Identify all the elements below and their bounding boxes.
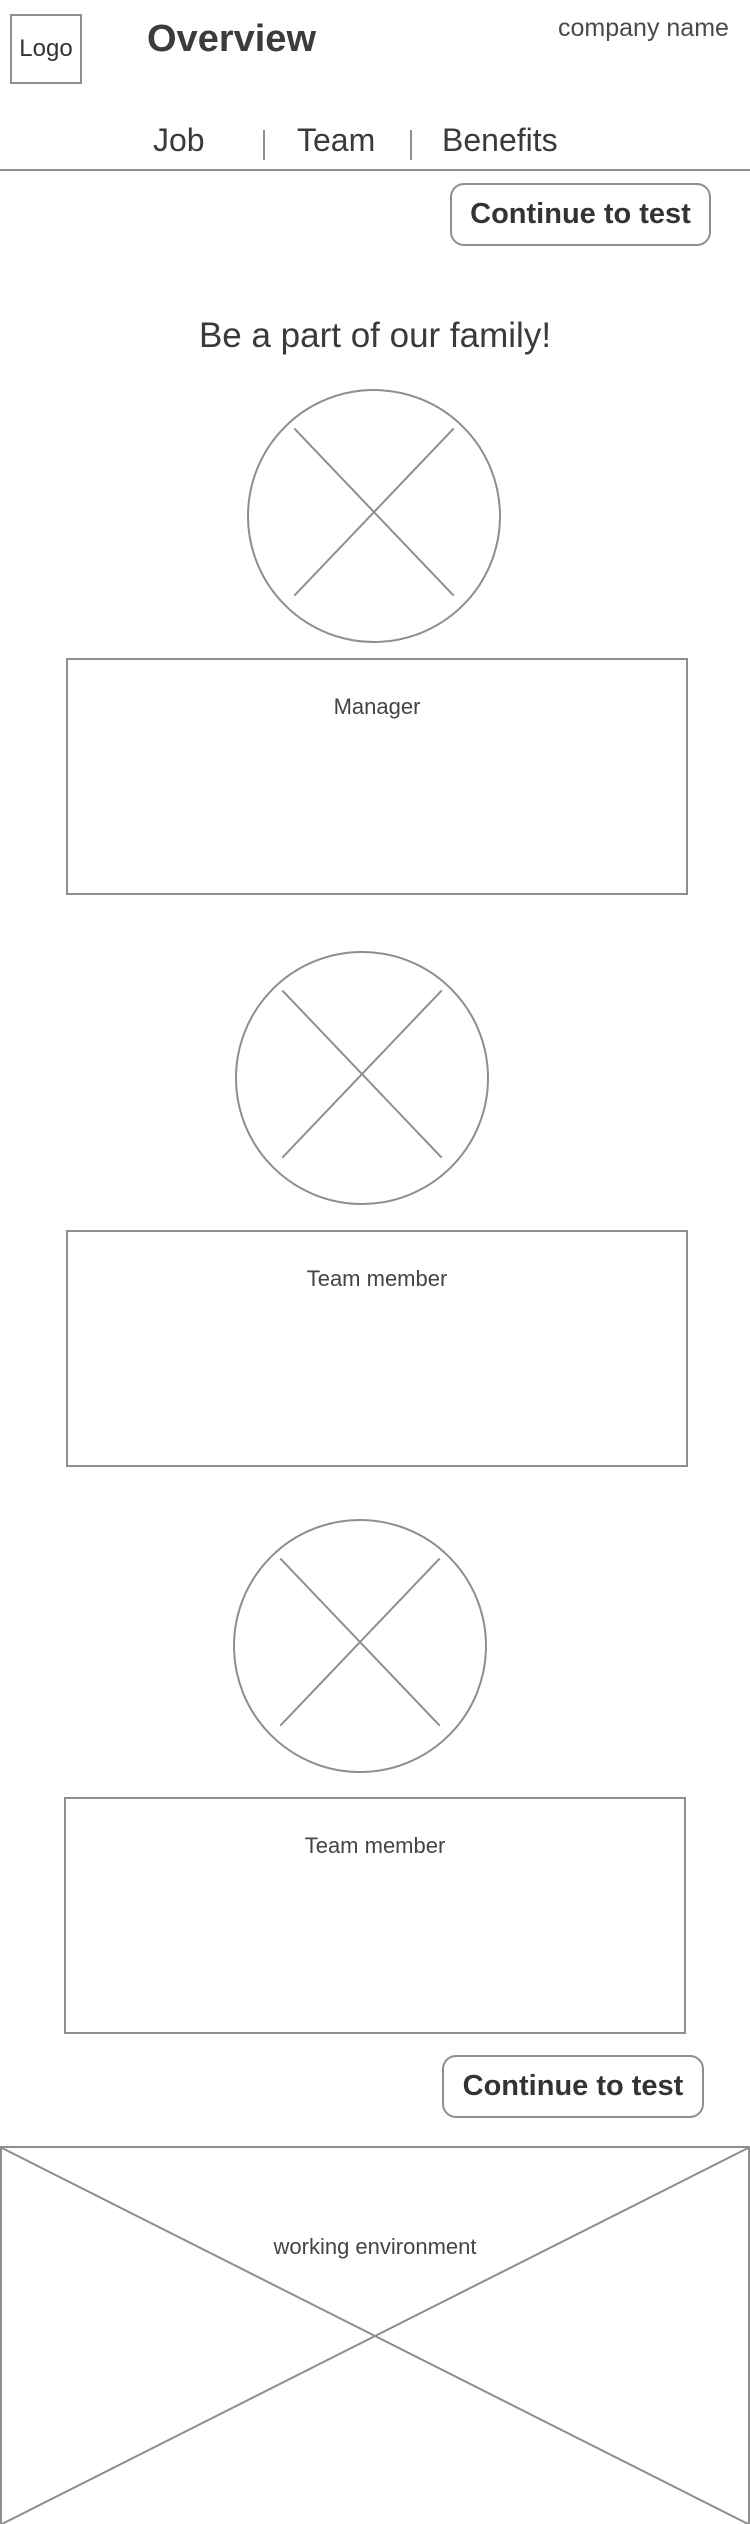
logo-label: Logo bbox=[19, 35, 73, 62]
company-name: company name bbox=[558, 14, 729, 42]
team-member-photo-placeholder bbox=[233, 1519, 487, 1773]
tab-divider bbox=[410, 130, 412, 160]
member-role: Team member bbox=[304, 1833, 446, 1858]
member-role: Manager bbox=[333, 694, 421, 719]
tab-benefits[interactable]: Benefits bbox=[442, 122, 558, 159]
image-placeholder-icon bbox=[293, 427, 455, 597]
working-environment-image: working environment bbox=[0, 2146, 750, 2524]
continue-to-test-button[interactable]: Continue to test bbox=[442, 2055, 704, 2118]
image-placeholder-icon bbox=[2, 2148, 748, 2524]
member-card-team-member: Team member bbox=[66, 1230, 688, 1467]
continue-to-test-button[interactable]: Continue to test bbox=[450, 183, 711, 246]
tab-job[interactable]: Job bbox=[153, 122, 205, 159]
logo[interactable]: Logo bbox=[10, 14, 82, 84]
member-card-team-member: Team member bbox=[64, 1797, 686, 2034]
image-placeholder-icon bbox=[279, 1557, 441, 1727]
tab-divider bbox=[263, 130, 265, 160]
tab-team[interactable]: Team bbox=[297, 122, 375, 159]
manager-photo-placeholder bbox=[247, 389, 501, 643]
image-placeholder-icon bbox=[281, 989, 443, 1159]
section-headline: Be a part of our family! bbox=[198, 316, 552, 355]
working-environment-label: working environment bbox=[273, 2234, 477, 2259]
header-divider bbox=[0, 169, 750, 171]
team-member-photo-placeholder bbox=[235, 951, 489, 1205]
page-title: Overview bbox=[147, 18, 316, 60]
member-role: Team member bbox=[306, 1266, 448, 1291]
member-card-manager: Manager bbox=[66, 658, 688, 895]
